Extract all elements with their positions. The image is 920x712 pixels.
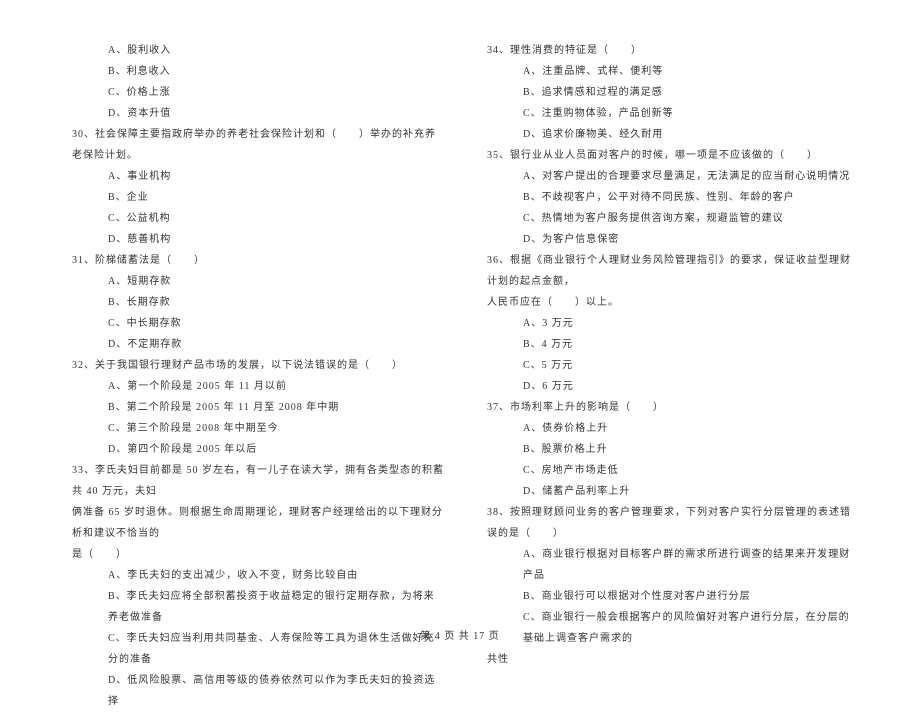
question-37: 37、市场利率上升的影响是（ ） (487, 397, 860, 418)
question-text: 、关于我国银行理财产品市场的发展，以下说法错误的是（ ） (84, 360, 403, 371)
option-text: B、不歧视客户，公平对待不同民族、性别、年龄的客户 (523, 187, 860, 208)
option-text: A、股利收入 (108, 40, 445, 61)
page-footer: 第 4 页 共 17 页 (0, 627, 920, 642)
right-column: 34、理性消费的特征是（ ） A、注重品牌、式样、便利等 B、追求情感和过程的满… (460, 40, 870, 585)
option-text: C、价格上涨 (108, 82, 445, 103)
option-text: D、低风险股票、高信用等级的债券依然可以作为李氏夫妇的投资选择 (108, 670, 445, 712)
option-text: B、企业 (108, 187, 445, 208)
option-text: A、李氏夫妇的支出减少，收入不变，财务比较自由 (108, 565, 445, 586)
option-text: A、债券价格上升 (523, 418, 860, 439)
question-30: 30、社会保障主要指政府举办的养老社会保险计划和（ ）举办的补充养老保险计划。 (72, 124, 445, 166)
question-35: 35、银行业从业人员面对客户的时候，哪一项是不应该做的（ ） (487, 145, 860, 166)
question-continuation: 是（ ） (72, 544, 445, 565)
question-text: 、根据《商业银行个人理财业务风险管理指引》的要求，保证收益型理财计划的起点金额， (487, 255, 851, 287)
question-num: 37 (487, 402, 499, 413)
option-text: C、注重购物体验，产品创新等 (523, 103, 860, 124)
question-continuation: 俩准备 65 岁时退休。则根据生命周期理论，理财客户经理给出的以下理财分析和建议… (72, 502, 445, 544)
option-text: C、中长期存款 (108, 313, 445, 334)
question-num: 34 (487, 45, 499, 56)
option-text: A、3 万元 (523, 313, 860, 334)
option-text: B、第二个阶段是 2005 年 11 月至 2008 年中期 (108, 397, 445, 418)
option-text: B、股票价格上升 (523, 439, 860, 460)
question-num: 31 (72, 255, 84, 266)
option-text: B、追求情感和过程的满足感 (523, 82, 860, 103)
option-text: C、5 万元 (523, 355, 860, 376)
option-text: A、第一个阶段是 2005 年 11 月以前 (108, 376, 445, 397)
option-text: C、公益机构 (108, 208, 445, 229)
option-text: D、慈善机构 (108, 229, 445, 250)
option-text: D、资本升值 (108, 103, 445, 124)
question-text: 、银行业从业人员面对客户的时候，哪一项是不应该做的（ ） (499, 150, 818, 161)
question-num: 38 (487, 507, 499, 518)
option-text: B、长期存款 (108, 292, 445, 313)
question-38: 38、按照理财顾问业务的客户管理要求，下列对客户实行分层管理的表述错误的是（ ） (487, 502, 860, 544)
option-text: A、短期存款 (108, 271, 445, 292)
question-tail: 共性 (487, 649, 860, 670)
question-num: 36 (487, 255, 499, 266)
question-text: 、市场利率上升的影响是（ ） (499, 402, 664, 413)
question-31: 31、阶梯储蓄法是（ ） (72, 250, 445, 271)
option-text: C、房地产市场走低 (523, 460, 860, 481)
question-num: 30 (72, 129, 84, 140)
option-text: B、4 万元 (523, 334, 860, 355)
question-text: 、按照理财顾问业务的客户管理要求，下列对客户实行分层管理的表述错误的是（ ） (487, 507, 851, 539)
option-text: A、商业银行根据对目标客户群的需求所进行调查的结果来开发理财产品 (523, 544, 860, 586)
question-34: 34、理性消费的特征是（ ） (487, 40, 860, 61)
question-num: 33 (72, 465, 84, 476)
option-text: A、事业机构 (108, 166, 445, 187)
question-33: 33、李氏夫妇目前都是 50 岁左右，有一儿子在读大学，拥有各类型态的积蓄共 4… (72, 460, 445, 502)
question-32: 32、关于我国银行理财产品市场的发展，以下说法错误的是（ ） (72, 355, 445, 376)
page-content: A、股利收入 B、利息收入 C、价格上涨 D、资本升值 30、社会保障主要指政府… (0, 0, 920, 615)
page-number: 第 4 页 共 17 页 (420, 631, 500, 642)
option-text: D、追求价廉物美、经久耐用 (523, 124, 860, 145)
question-continuation: 人民币应在（ ）以上。 (487, 292, 860, 313)
question-text: 、理性消费的特征是（ ） (499, 45, 642, 56)
option-text: C、第三个阶段是 2008 年中期至今 (108, 418, 445, 439)
option-text: A、注重品牌、式样、便利等 (523, 61, 860, 82)
option-text: B、李氏夫妇应将全部积蓄投资于收益稳定的银行定期存款，为将来养老做准备 (108, 586, 445, 628)
question-num: 32 (72, 360, 84, 371)
option-text: D、储蓄产品利率上升 (523, 481, 860, 502)
option-text: D、为客户信息保密 (523, 229, 860, 250)
question-text: 、李氏夫妇目前都是 50 岁左右，有一儿子在读大学，拥有各类型态的积蓄共 40 … (72, 465, 444, 497)
option-text: D、第四个阶段是 2005 年以后 (108, 439, 445, 460)
option-text: A、对客户提出的合理要求尽量满足，无法满足的应当耐心说明情况 (523, 166, 860, 187)
option-text: D、6 万元 (523, 376, 860, 397)
question-36: 36、根据《商业银行个人理财业务风险管理指引》的要求，保证收益型理财计划的起点金… (487, 250, 860, 292)
question-text: 、阶梯储蓄法是（ ） (84, 255, 205, 266)
option-text: B、利息收入 (108, 61, 445, 82)
option-text: C、热情地为客户服务提供咨询方案，规避监管的建议 (523, 208, 860, 229)
option-text: D、不定期存款 (108, 334, 445, 355)
option-text: B、商业银行可以根据对个性度对客户进行分层 (523, 586, 860, 607)
question-num: 35 (487, 150, 499, 161)
question-text: 、社会保障主要指政府举办的养老社会保险计划和（ ）举办的补充养老保险计划。 (72, 129, 436, 161)
left-column: A、股利收入 B、利息收入 C、价格上涨 D、资本升值 30、社会保障主要指政府… (50, 40, 460, 585)
